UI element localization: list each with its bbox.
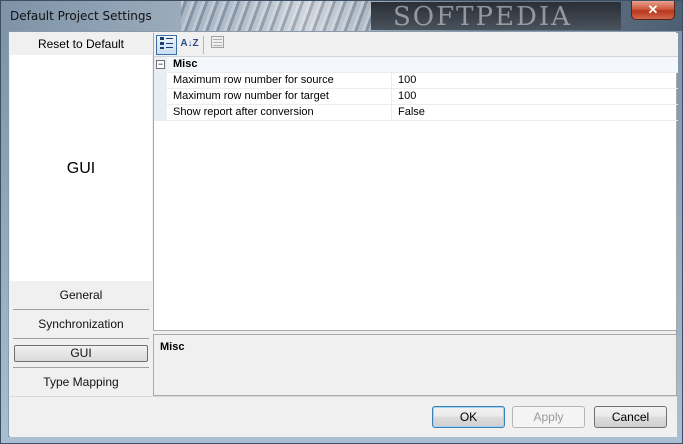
nav-item-general[interactable]: General — [13, 281, 149, 310]
nav-item-type-mapping[interactable]: Type Mapping — [13, 368, 149, 397]
settings-window: SOFTPEDIA Default Project Settings ✕ Res… — [0, 0, 683, 444]
title-bar[interactable]: SOFTPEDIA Default Project Settings ✕ — [1, 1, 682, 31]
description-title: Misc — [160, 341, 185, 353]
property-name: Maximum row number for source — [173, 73, 392, 88]
row-gutter — [154, 73, 167, 89]
nav-item-label: General — [59, 288, 103, 302]
page-header-area: GUI — [10, 55, 152, 281]
title-bar-decoration — [181, 1, 371, 31]
category-name: Misc — [173, 58, 198, 70]
current-page-label: GUI — [66, 160, 96, 177]
categorized-view-button[interactable] — [156, 35, 177, 55]
collapse-icon[interactable]: − — [156, 60, 165, 69]
property-grid: A↓Z − Misc Maximum row number for source… — [153, 33, 678, 331]
description-pane: Misc — [153, 334, 677, 396]
toolbar-separator — [203, 36, 204, 54]
nav-item-label: Type Mapping — [43, 375, 119, 389]
reset-to-default-button[interactable]: Reset to Default — [10, 33, 152, 55]
dialog-footer: OK Apply Cancel — [10, 396, 677, 437]
close-icon: ✕ — [647, 2, 659, 17]
cancel-button[interactable]: Cancel — [594, 406, 667, 428]
nav-item-synchronization[interactable]: Synchronization — [13, 310, 149, 339]
window-title: Default Project Settings — [10, 9, 152, 23]
property-pages-icon — [211, 36, 224, 48]
property-rows: − Misc Maximum row number for source 100… — [154, 57, 678, 121]
property-grid-toolbar: A↓Z — [154, 33, 678, 57]
categorized-icon — [160, 37, 173, 49]
property-name: Maximum row number for target — [173, 89, 392, 104]
dialog-client-area: Reset to Default GUI General Synchroniza… — [8, 31, 678, 437]
property-row[interactable]: Maximum row number for target 100 — [154, 89, 678, 105]
brand-watermark: SOFTPEDIA — [371, 2, 621, 30]
property-name: Show report after conversion — [173, 105, 392, 120]
nav-item-gui[interactable]: GUI — [13, 339, 149, 368]
property-pages-button[interactable] — [207, 35, 228, 55]
category-row[interactable]: − Misc — [154, 57, 678, 73]
property-row[interactable]: Show report after conversion False — [154, 105, 678, 121]
ok-button[interactable]: OK — [432, 406, 505, 428]
row-gutter — [154, 89, 167, 105]
property-value[interactable]: 100 — [398, 89, 416, 104]
settings-nav-panel: Reset to Default GUI General Synchroniza… — [10, 33, 152, 395]
close-button[interactable]: ✕ — [631, 1, 675, 20]
alphabetical-sort-icon: A↓Z — [180, 38, 199, 49]
apply-button[interactable]: Apply — [512, 406, 585, 428]
nav-list: General Synchronization GUI Type Mapping — [10, 281, 152, 397]
property-value[interactable]: 100 — [398, 73, 416, 88]
nav-item-label: Synchronization — [38, 317, 124, 331]
property-row[interactable]: Maximum row number for source 100 — [154, 73, 678, 89]
row-gutter — [154, 105, 167, 121]
nav-item-label: GUI — [14, 345, 148, 362]
alphabetical-sort-button[interactable]: A↓Z — [179, 35, 200, 55]
brand-watermark-text: SOFTPEDIA — [393, 2, 572, 30]
property-value[interactable]: False — [398, 105, 425, 120]
